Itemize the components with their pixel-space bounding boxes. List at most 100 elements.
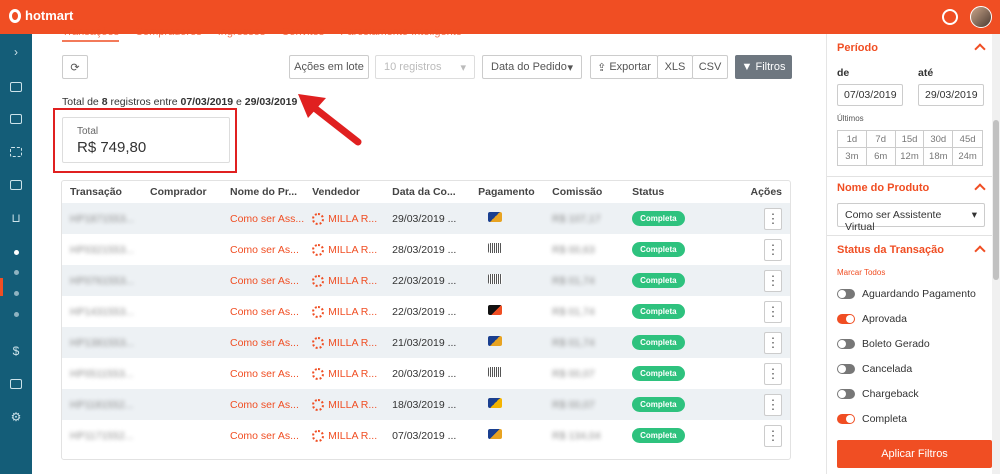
csv-button[interactable]: CSV — [692, 55, 728, 79]
transaction-code[interactable]: HP0321553... — [70, 244, 134, 256]
submenu-dot[interactable] — [14, 312, 19, 317]
select-all-link[interactable]: Marcar Todos — [837, 268, 885, 277]
row-actions-button[interactable]: ⋮ — [764, 424, 782, 447]
row-actions-button[interactable]: ⋮ — [764, 300, 782, 323]
transaction-code[interactable]: HP1871553... — [70, 213, 134, 225]
status-toggle-row[interactable]: Completa — [837, 413, 907, 425]
status-toggle-row[interactable]: Boleto Gerado — [837, 338, 930, 350]
table-row[interactable]: HP1431553... Como ser As... MILLA R... 2… — [62, 296, 790, 327]
range-30d-button[interactable]: 30d — [924, 131, 954, 148]
row-actions-button[interactable]: ⋮ — [764, 238, 782, 261]
export-button[interactable]: ⇪ Exportar — [590, 55, 658, 79]
col-transacao[interactable]: Transação — [62, 181, 142, 203]
range-1d-button[interactable]: 1d — [838, 131, 867, 148]
produto-title[interactable]: Nome do Produto — [837, 182, 929, 194]
status-toggle-row[interactable]: Aguardando Pagamento — [837, 288, 976, 300]
table-row[interactable]: HP0761553... Como ser As... MILLA R... 2… — [62, 265, 790, 296]
transaction-code[interactable]: HP1181552... — [70, 399, 133, 411]
col-comprador[interactable]: Comprador — [142, 181, 222, 203]
seller-name[interactable]: MILLA R... — [328, 306, 377, 318]
status-toggle-row[interactable]: Aprovada — [837, 313, 907, 325]
table-row[interactable]: HP0511553... Como ser As... MILLA R... 2… — [62, 358, 790, 389]
seller-name[interactable]: MILLA R... — [328, 430, 377, 442]
chevron-up-icon[interactable] — [974, 183, 986, 195]
chevron-up-icon[interactable] — [974, 245, 986, 257]
apply-filters-button[interactable]: Aplicar Filtros — [837, 440, 992, 468]
col-produto[interactable]: Nome do Pr... — [222, 181, 304, 203]
settings-icon[interactable]: ⚙ — [8, 409, 24, 425]
range-24m-button[interactable]: 24m — [953, 148, 982, 165]
scrollbar-thumb[interactable] — [993, 120, 999, 280]
range-6m-button[interactable]: 6m — [867, 148, 896, 165]
tab-transacoes[interactable]: Transações — [62, 26, 120, 42]
product-link[interactable]: Como ser As... — [230, 306, 299, 318]
range-45d-button[interactable]: 45d — [953, 131, 982, 148]
transaction-code[interactable]: HP1171552... — [70, 430, 133, 442]
support-icon[interactable] — [942, 9, 958, 25]
col-vendedor[interactable]: Vendedor — [304, 181, 384, 203]
seller-name[interactable]: MILLA R... — [328, 399, 377, 411]
row-actions-button[interactable]: ⋮ — [764, 393, 782, 416]
product-link[interactable]: Como ser Ass... — [230, 213, 304, 225]
table-row[interactable]: HP1181552... Como ser As... MILLA R... 1… — [62, 389, 790, 420]
row-actions-button[interactable]: ⋮ — [764, 207, 782, 230]
status-title[interactable]: Status da Transação — [837, 244, 944, 256]
range-7d-button[interactable]: 7d — [866, 131, 896, 148]
dashboard-icon[interactable] — [8, 79, 24, 95]
transaction-code[interactable]: HP1431553... — [70, 306, 134, 318]
chevron-up-icon[interactable] — [974, 43, 986, 55]
row-actions-button[interactable]: ⋮ — [764, 331, 782, 354]
refresh-button[interactable]: ⟳ — [62, 55, 88, 79]
product-link[interactable]: Como ser As... — [230, 399, 299, 411]
col-comissao[interactable]: Comissão — [544, 181, 624, 203]
table-row[interactable]: HP1171552... Como ser As... MILLA R... 0… — [62, 420, 790, 451]
range-15d-button[interactable]: 15d — [895, 131, 925, 148]
table-row[interactable]: HP1871553... Como ser Ass... MILLA R... … — [62, 203, 790, 234]
product-link[interactable]: Como ser As... — [230, 368, 299, 380]
col-status[interactable]: Status — [624, 181, 724, 203]
table-row[interactable]: HP1381553... Como ser As... MILLA R... 2… — [62, 327, 790, 358]
toggle-switch[interactable] — [837, 414, 855, 424]
chart-icon[interactable] — [8, 376, 24, 392]
tab-ingressos[interactable]: Ingressos — [218, 26, 266, 42]
periodo-title[interactable]: Período — [837, 42, 878, 54]
submenu-dot[interactable] — [14, 270, 19, 275]
row-actions-button[interactable]: ⋮ — [764, 362, 782, 385]
transaction-code[interactable]: HP0761553... — [70, 275, 134, 287]
status-toggle-row[interactable]: Chargeback — [837, 388, 919, 400]
tab-compradores[interactable]: Compradores — [135, 26, 202, 42]
xls-button[interactable]: XLS — [657, 55, 693, 79]
seller-name[interactable]: MILLA R... — [328, 368, 377, 380]
row-actions-button[interactable]: ⋮ — [764, 269, 782, 292]
seller-name[interactable]: MILLA R... — [328, 244, 377, 256]
toggle-switch[interactable] — [837, 314, 855, 324]
cart-icon[interactable]: ⊔ — [8, 210, 24, 226]
seller-name[interactable]: MILLA R... — [328, 275, 377, 287]
filters-button[interactable]: ▼ Filtros — [735, 55, 792, 79]
submenu-dot-active[interactable] — [14, 250, 19, 255]
grid-icon[interactable] — [8, 111, 24, 127]
chevron-right-icon[interactable]: › — [8, 44, 24, 60]
range-18m-button[interactable]: 18m — [924, 148, 954, 165]
product-link[interactable]: Como ser As... — [230, 430, 299, 442]
records-per-page-select[interactable]: 10 registros ▾ — [375, 55, 475, 79]
transaction-code[interactable]: HP0511553... — [70, 368, 133, 380]
seller-name[interactable]: MILLA R... — [328, 213, 377, 225]
avatar[interactable] — [970, 6, 992, 28]
hotmart-logo[interactable]: hotmart — [9, 8, 73, 23]
seller-name[interactable]: MILLA R... — [328, 337, 377, 349]
product-link[interactable]: Como ser As... — [230, 337, 299, 349]
dollar-icon[interactable]: $ — [8, 343, 24, 359]
bulk-actions-button[interactable]: Ações em lote — [289, 55, 369, 79]
end-date-input[interactable]: 29/03/2019 — [918, 84, 984, 106]
toggle-switch[interactable] — [837, 389, 855, 399]
range-12m-button[interactable]: 12m — [896, 148, 925, 165]
col-data[interactable]: Data da Co... — [384, 181, 470, 203]
date-type-select[interactable]: Data do Pedido ▾ — [482, 55, 582, 79]
toggle-switch[interactable] — [837, 364, 855, 374]
product-link[interactable]: Como ser As... — [230, 244, 299, 256]
toggle-switch[interactable] — [837, 289, 855, 299]
toggle-switch[interactable] — [837, 339, 855, 349]
range-3m-button[interactable]: 3m — [838, 148, 867, 165]
transaction-code[interactable]: HP1381553... — [70, 337, 134, 349]
